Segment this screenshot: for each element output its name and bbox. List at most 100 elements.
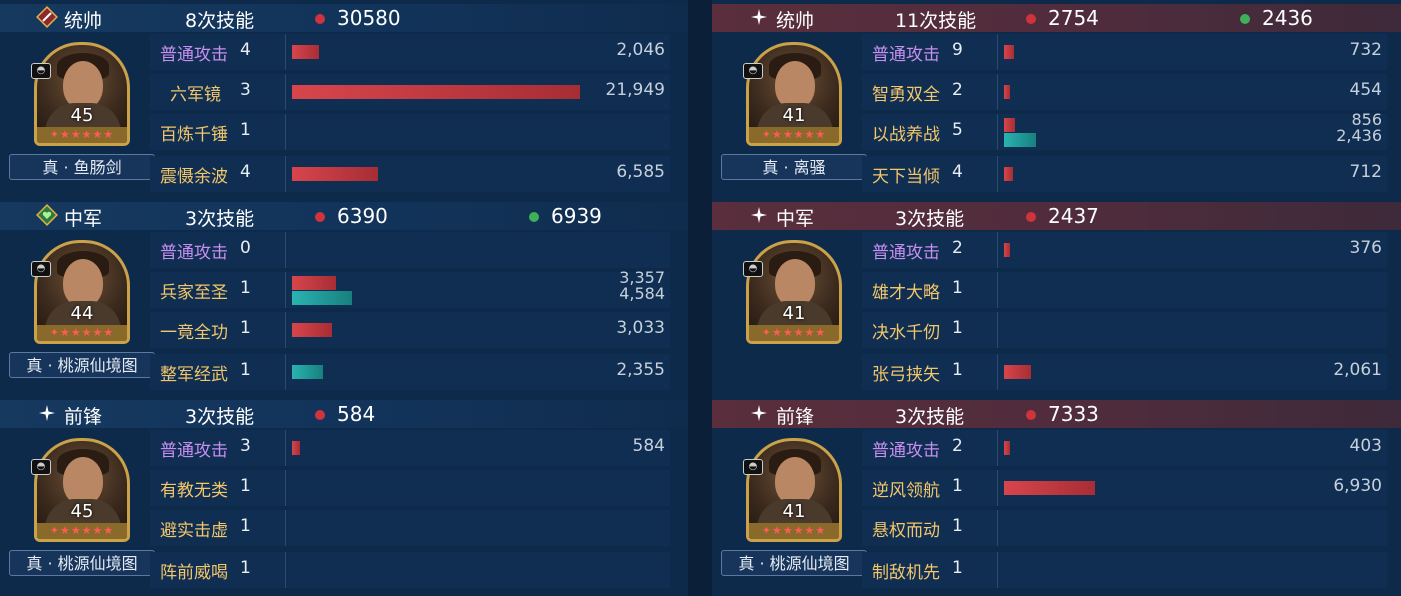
role-label: 统帅 — [776, 10, 815, 32]
damage-dot-icon — [315, 212, 325, 222]
skill-row: 避实击虚 1 — [150, 510, 670, 546]
row-separator — [285, 430, 286, 466]
skill-trigger-count: 2 — [952, 436, 963, 456]
skill-name: 普通攻击 — [872, 45, 940, 65]
left-team-panel: 统帅 8次技能 30580 45 ✦★★★★★ ◓ 真 · 鱼肠剑 普通攻击 4 2,046 六军镜… — [0, 0, 688, 596]
treasure-label[interactable]: 真 · 桃源仙境图 — [721, 550, 867, 576]
role-label: 统帅 — [64, 10, 103, 32]
damage-bar — [292, 167, 379, 181]
skill-count: 8次技能 — [185, 10, 255, 32]
row-separator — [997, 312, 998, 348]
skill-trigger-count: 2 — [952, 80, 963, 100]
skill-name: 悬权而动 — [872, 521, 940, 541]
skill-name: 决水千仞 — [872, 323, 940, 343]
role-header: 前锋 3次技能 7333 — [712, 400, 1401, 428]
row-separator — [285, 510, 286, 546]
skill-row: 普通攻击 2 376 — [862, 232, 1387, 268]
heal-bar — [1004, 133, 1036, 147]
skill-trigger-count: 1 — [240, 318, 251, 338]
general-level: 45 — [70, 105, 94, 126]
damage-bar — [1004, 45, 1014, 59]
skill-row: 阵前威喝 1 — [150, 552, 670, 588]
damage-dot-icon — [1026, 14, 1036, 24]
row-separator — [997, 470, 998, 506]
skill-row: 有教无类 1 — [150, 470, 670, 506]
row-separator — [285, 354, 286, 390]
skill-row: 六军镜 3 21,949 — [150, 74, 670, 110]
damage-value: 712 — [1349, 162, 1382, 182]
skill-name: 张弓挟矢 — [872, 365, 940, 385]
damage-bar — [292, 441, 300, 455]
treasure-label[interactable]: 真 · 离骚 — [721, 154, 867, 180]
skill-name: 智勇双全 — [872, 85, 940, 105]
treasure-label[interactable]: 真 · 桃源仙境图 — [9, 352, 155, 378]
sparkle-icon — [748, 402, 770, 424]
role-header: 统帅 8次技能 30580 — [0, 4, 688, 32]
skill-row: 普通攻击 2 403 — [862, 430, 1387, 466]
damage-value: 6,930 — [1333, 476, 1382, 496]
troop-type-icon: ◓ — [743, 63, 763, 79]
skill-row: 整军经武 1 2,355 — [150, 354, 670, 390]
panel-divider — [688, 0, 712, 596]
row-separator — [285, 34, 286, 70]
skill-row: 一竟全功 1 3,033 — [150, 312, 670, 348]
row-separator — [285, 114, 286, 150]
general-portrait[interactable]: 44 ✦★★★★★ — [34, 240, 130, 344]
damage-value: 584 — [632, 436, 665, 456]
skill-name: 普通攻击 — [160, 441, 228, 461]
total-damage: 2754 — [1048, 6, 1099, 30]
total-damage: 2437 — [1048, 204, 1099, 228]
skill-trigger-count: 4 — [240, 162, 251, 182]
troop-type-icon: ◓ — [743, 459, 763, 475]
damage-value: 454 — [1349, 80, 1382, 100]
general-portrait[interactable]: 41 ✦★★★★★ — [746, 42, 842, 146]
damage-value: 21,949 — [605, 80, 665, 100]
damage-value: 3,033 — [616, 318, 665, 338]
row-separator — [997, 156, 998, 192]
role-header: 中军 3次技能 6390 6939 — [0, 202, 688, 230]
role-section: 统帅 8次技能 30580 45 ✦★★★★★ ◓ 真 · 鱼肠剑 普通攻击 4 2,046 六军镜… — [0, 0, 688, 198]
skill-trigger-count: 1 — [952, 318, 963, 338]
skill-trigger-count: 1 — [240, 516, 251, 536]
role-label: 中军 — [64, 208, 103, 230]
skill-trigger-count: 1 — [952, 558, 963, 578]
skill-count: 3次技能 — [895, 406, 965, 428]
general-portrait[interactable]: 41 ✦★★★★★ — [746, 240, 842, 344]
role-label: 前锋 — [64, 406, 103, 428]
treasure-label[interactable]: 真 · 桃源仙境图 — [9, 550, 155, 576]
role-header: 统帅 11次技能 2754 2436 — [712, 4, 1401, 32]
treasure-label[interactable]: 真 · 鱼肠剑 — [9, 154, 155, 180]
general-level: 41 — [782, 105, 806, 126]
right-team-panel: 统帅 11次技能 2754 2436 41 ✦★★★★★ ◓ 真 · 离骚 普通攻击 9 732 智勇… — [712, 0, 1401, 596]
red-diamond-icon — [36, 6, 58, 28]
damage-bar — [1004, 167, 1014, 181]
skill-row: 百炼千锤 1 — [150, 114, 670, 150]
damage-value: 6,585 — [616, 162, 665, 182]
row-separator — [997, 74, 998, 110]
row-separator — [285, 272, 286, 308]
total-damage: 584 — [337, 402, 376, 426]
skill-row: 决水千仞 1 — [862, 312, 1387, 348]
skill-row: 震慑余波 4 6,585 — [150, 156, 670, 192]
skill-trigger-count: 4 — [952, 162, 963, 182]
row-separator — [997, 114, 998, 150]
general-portrait[interactable]: 41 ✦★★★★★ — [746, 438, 842, 542]
general-portrait[interactable]: 45 ✦★★★★★ — [34, 42, 130, 146]
skill-name: 雄才大略 — [872, 283, 940, 303]
damage-bar — [1004, 441, 1010, 455]
damage-bar — [1004, 85, 1010, 99]
heal-bar — [292, 291, 353, 305]
general-portrait[interactable]: 45 ✦★★★★★ — [34, 438, 130, 542]
general-level: 41 — [782, 303, 806, 324]
skill-name: 百炼千锤 — [160, 125, 228, 145]
heal-value: 4,584 — [619, 284, 665, 303]
skill-row: 雄才大略 1 — [862, 272, 1387, 308]
star-rating: ✦★★★★★ — [749, 523, 839, 539]
damage-bar — [292, 45, 319, 59]
star-rating: ✦★★★★★ — [37, 325, 127, 341]
skill-row: 逆风领航 1 6,930 — [862, 470, 1387, 506]
damage-bar — [1004, 243, 1010, 257]
damage-dot-icon — [1026, 212, 1036, 222]
row-separator — [285, 74, 286, 110]
skill-row: 张弓挟矢 1 2,061 — [862, 354, 1387, 390]
